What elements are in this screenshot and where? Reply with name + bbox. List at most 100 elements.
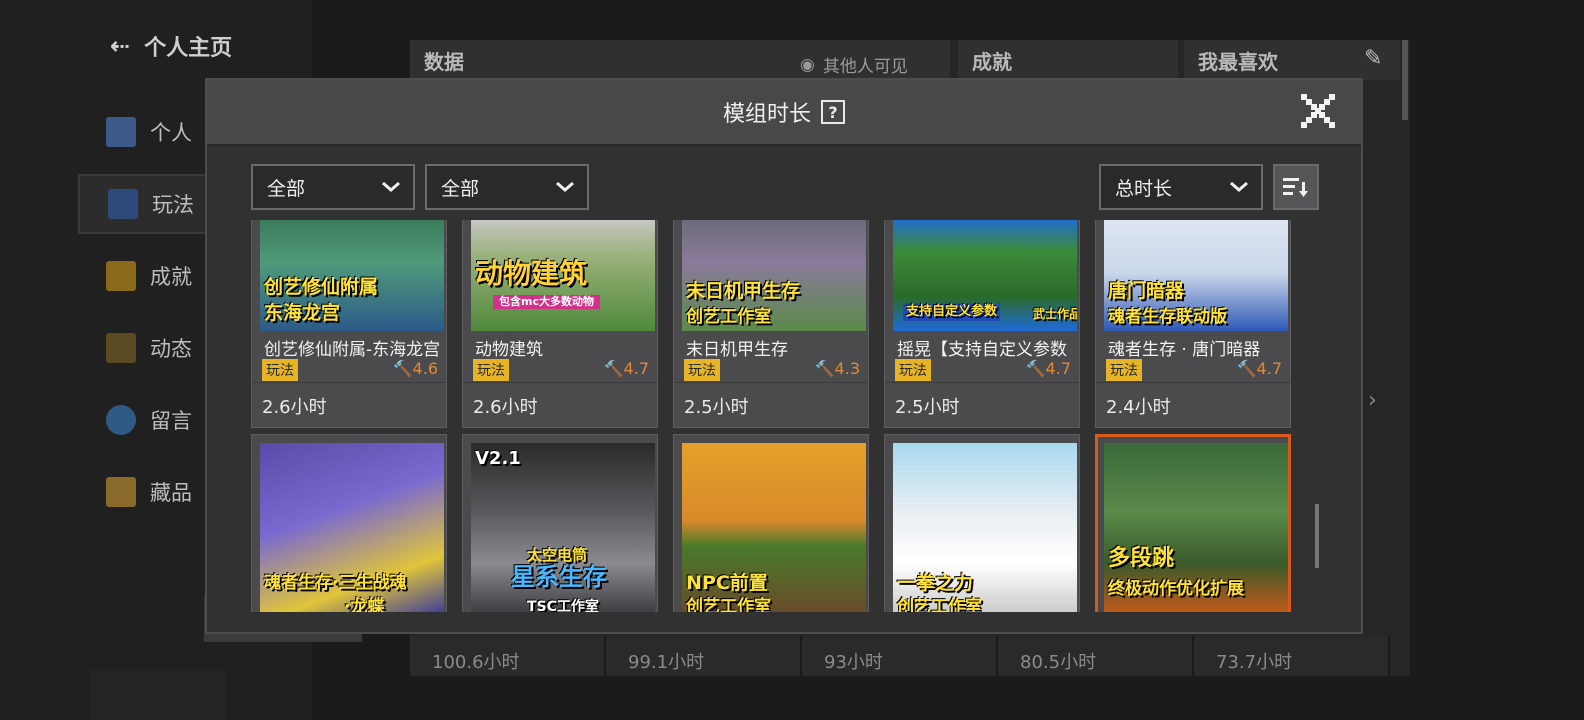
mod-card[interactable]: 支持自定义参数 武士作品 摇晃【支持自定义参数 玩法 🔨4.7 2.5小时 (884, 220, 1080, 428)
rating-value: 4.6 (412, 359, 438, 378)
rating: 🔨4.3 (815, 359, 860, 378)
sort-order-icon (1283, 178, 1308, 197)
thumbnail-caption: ·龙蝶 (344, 597, 385, 612)
rating-icon: 🔨 (603, 359, 624, 378)
mod-thumbnail: NPC前置 创艺工作室 (682, 443, 866, 612)
favorite-panel-title: 我最喜欢 (1198, 49, 1278, 74)
mod-card[interactable]: 魂者生存·三生战魂 ·龙蝶 (251, 434, 447, 612)
sidebar-item-label: 成就 (150, 265, 192, 289)
sort-by-dropdown[interactable]: 总时长 (1099, 164, 1263, 210)
activity-icon (106, 333, 136, 363)
mod-card[interactable]: 多段跳 终极动作优化扩展 (1095, 434, 1291, 612)
data-panel-title: 数据 (424, 49, 464, 74)
close-icon[interactable] (1301, 94, 1335, 128)
gameplay-icon (108, 189, 138, 219)
rating: 🔨4.7 (1237, 359, 1282, 378)
category-tag: 玩法 (262, 359, 298, 381)
category-tag: 玩法 (684, 359, 720, 381)
dialog-scrollbar[interactable] (1315, 504, 1319, 568)
playtime-hours: 2.4小时 (1106, 397, 1171, 418)
rating-icon: 🔨 (1025, 359, 1046, 378)
sidebar-item-label: 留言 (150, 409, 192, 433)
rating-value: 4.7 (623, 359, 649, 378)
divider (885, 382, 1079, 383)
mod-grid: 创艺修仙附属 东海龙宫 创艺修仙附属-东海龙宫 玩法 🔨4.6 2.6小时 动物… (251, 220, 1296, 612)
blurred-region (90, 670, 226, 720)
thumbnail-caption: 东海龙宫 (264, 302, 341, 324)
thumbnail-caption: 动物建筑 (475, 257, 588, 290)
category-tag: 玩法 (1106, 359, 1142, 381)
mod-thumbnail: 末日机甲生存 创艺工作室 (682, 220, 866, 331)
dialog-header: 模组时长 ? (207, 80, 1361, 146)
divider (674, 382, 868, 383)
background-scrollbar[interactable] (1402, 40, 1408, 120)
help-icon[interactable]: ? (821, 100, 845, 124)
visibility-toggle[interactable]: ◉ 其他人可见 (800, 52, 908, 78)
mod-playtime-dialog: 模组时长 ? 全部 全部 总时长 创艺修仙附属 东海龙宫 创艺修仙附属-东海龙宫… (205, 78, 1363, 634)
chevron-down-icon (556, 181, 574, 192)
thumbnail-caption: TSC工作室 (527, 599, 599, 612)
playtime-hours: 2.6小时 (473, 397, 538, 418)
thumbnail-caption: 魂者生存·三生战魂 (264, 573, 407, 593)
thumbnail-caption: 终极动作优化扩展 (1108, 579, 1244, 599)
mod-name: 动物建筑 (475, 340, 543, 360)
rating-icon: 🔨 (814, 359, 835, 378)
type-filter-dropdown[interactable]: 全部 (425, 164, 589, 210)
mod-card[interactable]: V2.1 太空电筒 星系生存 TSC工作室 (462, 434, 658, 612)
category-filter-value: 全部 (267, 177, 306, 200)
dialog-title: 模组时长 (722, 102, 811, 127)
playtime-hours: 2.5小时 (684, 397, 749, 418)
mod-card[interactable]: 动物建筑 包含mc大多数动物 动物建筑 玩法 🔨4.7 2.6小时 (462, 220, 658, 428)
mod-thumbnail: V2.1 太空电筒 星系生存 TSC工作室 (471, 443, 655, 612)
thumbnail-caption: 末日机甲生存 (686, 280, 801, 302)
profile-icon (106, 117, 136, 147)
mod-card[interactable]: 一拳之力 创艺工作室 (884, 434, 1080, 612)
trophy-icon (106, 261, 136, 291)
thumbnail-caption: 唐门暗器 (1108, 280, 1185, 302)
thumbnail-caption: 创艺工作室 (686, 597, 771, 612)
achievement-panel-title: 成就 (972, 49, 1012, 74)
thumbnail-caption: V2.1 (475, 448, 521, 469)
thumbnail-caption: 星系生存 (511, 563, 607, 591)
sidebar-item-label: 藏品 (150, 481, 192, 505)
thumbnail-caption: 一拳之力 (897, 572, 974, 594)
rating-value: 4.7 (1045, 359, 1071, 378)
mod-thumbnail: 一拳之力 创艺工作室 (893, 443, 1077, 612)
back-label: 个人主页 (144, 36, 233, 61)
mod-thumbnail: 多段跳 终极动作优化扩展 (1104, 443, 1288, 612)
mod-card[interactable]: NPC前置 创艺工作室 (673, 434, 869, 612)
thumbnail-caption: 支持自定义参数 (903, 303, 1001, 321)
mod-card[interactable]: 创艺修仙附属 东海龙宫 创艺修仙附属-东海龙宫 玩法 🔨4.6 2.6小时 (251, 220, 447, 428)
rating-value: 4.3 (834, 359, 860, 378)
thumbnail-caption: 创艺修仙附属 (264, 276, 379, 298)
sidebar-item-label: 玩法 (152, 193, 194, 217)
mod-card[interactable]: 唐门暗器 魂者生存联动版 魂者生存 · 唐门暗器 玩法 🔨4.7 2.4小时 (1095, 220, 1291, 428)
chevron-right-icon[interactable]: › (1368, 388, 1377, 413)
achievement-panel-header: 成就 (958, 40, 1178, 80)
sidebar-item-label: 个人 (150, 121, 192, 145)
back-button[interactable]: ⇠ 个人主页 (110, 30, 232, 62)
mod-card[interactable]: 末日机甲生存 创艺工作室 末日机甲生存 玩法 🔨4.3 2.5小时 (673, 220, 869, 428)
chevron-down-icon (1230, 181, 1248, 192)
rating: 🔨4.6 (393, 359, 438, 378)
sort-order-button[interactable] (1273, 164, 1319, 210)
sort-by-value: 总时长 (1115, 177, 1173, 200)
mod-name: 末日机甲生存 (686, 340, 788, 360)
category-tag: 玩法 (473, 359, 509, 381)
divider (463, 382, 657, 383)
mod-name: 创艺修仙附属-东海龙宫 (264, 340, 441, 360)
hours-cell: 73.7小时 (1194, 636, 1390, 676)
eye-icon: ◉ (800, 54, 815, 75)
hours-cell: 100.6小时 (410, 636, 606, 676)
chevron-down-icon (382, 181, 400, 192)
mod-thumbnail: 魂者生存·三生战魂 ·龙蝶 (260, 443, 444, 612)
category-filter-dropdown[interactable]: 全部 (251, 164, 415, 210)
rating-icon: 🔨 (1236, 359, 1257, 378)
mod-name: 魂者生存 · 唐门暗器 (1108, 340, 1261, 360)
visibility-label: 其他人可见 (822, 57, 908, 77)
message-icon (106, 405, 136, 435)
edit-icon[interactable]: ✎ (1364, 46, 1382, 71)
sidebar-item-label: 动态 (150, 337, 192, 361)
hours-cell: 93小时 (802, 636, 998, 676)
back-arrow-icon: ⇠ (110, 32, 131, 60)
